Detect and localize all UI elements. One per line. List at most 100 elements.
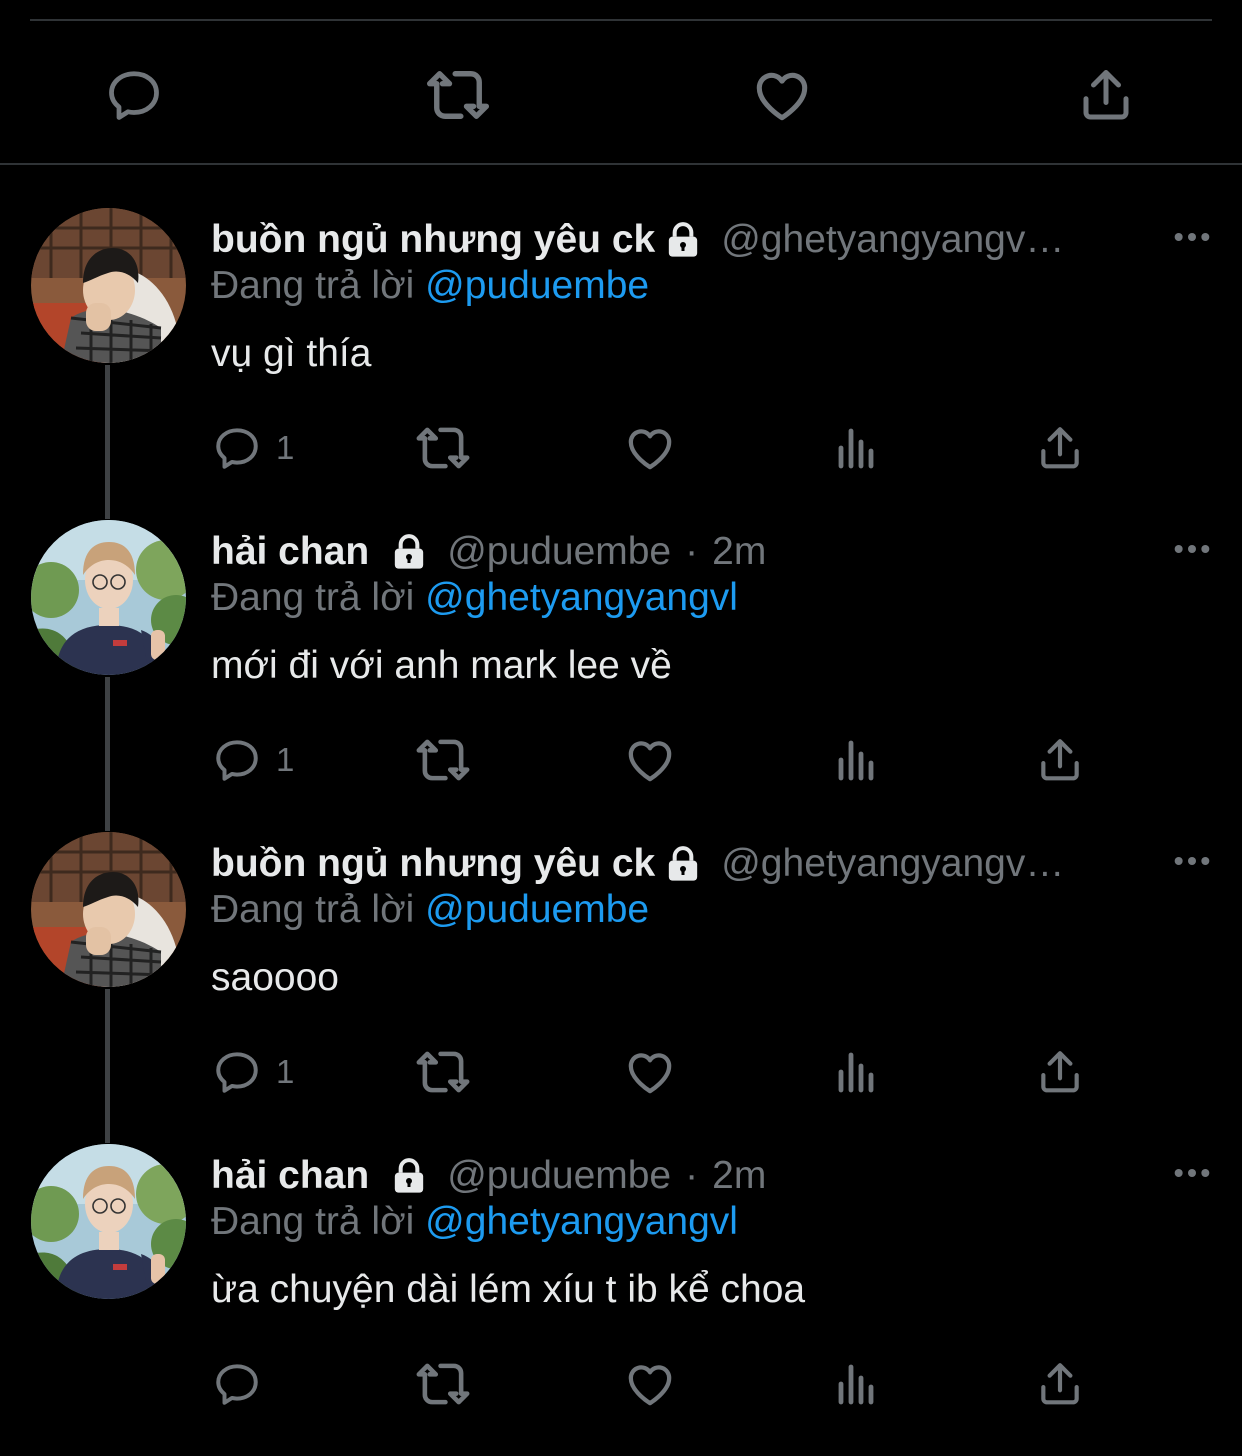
share-upload-icon bbox=[1035, 423, 1085, 473]
share-button[interactable] bbox=[1035, 730, 1085, 790]
tweet-text: vụ gì thía bbox=[211, 332, 372, 375]
retweet-button[interactable] bbox=[414, 418, 472, 478]
reply-tweet[interactable]: buồn ngủ nhưng yêu ck @ghetyangyangv… Đa… bbox=[0, 832, 1242, 1144]
replying-to-label: Đang trả lời bbox=[211, 888, 415, 931]
more-options-button[interactable] bbox=[1172, 1158, 1212, 1188]
padlock-icon bbox=[663, 844, 703, 884]
heart-icon bbox=[623, 733, 677, 787]
reply-tweet[interactable]: hải chan @puduembe · 2m Đang trả lời @gh… bbox=[0, 520, 1242, 832]
share-upload-icon bbox=[1035, 1359, 1085, 1409]
bar-chart-icon bbox=[832, 736, 880, 784]
reply-tweet[interactable]: hải chan @puduembe · 2m Đang trả lời @gh… bbox=[0, 1144, 1242, 1456]
timestamp[interactable]: 2m bbox=[712, 1154, 766, 1198]
like-button[interactable] bbox=[623, 1354, 677, 1414]
tweet-header: hải chan @puduembe · 2m bbox=[211, 1148, 766, 1204]
heart-icon bbox=[623, 1357, 677, 1411]
avatar[interactable] bbox=[31, 208, 186, 363]
mention-link[interactable]: @puduembe bbox=[425, 888, 649, 931]
user-handle[interactable]: @puduembe bbox=[447, 1154, 671, 1198]
speech-bubble-icon bbox=[212, 1047, 262, 1097]
padlock-icon bbox=[663, 220, 703, 260]
heart-icon bbox=[750, 63, 814, 127]
views-button[interactable] bbox=[832, 418, 880, 478]
display-name[interactable]: buồn ngủ nhưng yêu ck bbox=[211, 218, 655, 262]
retweet-button[interactable] bbox=[414, 730, 472, 790]
replying-to: Đang trả lời @ghetyangyangvl bbox=[211, 1200, 738, 1244]
retweet-arrows-icon bbox=[424, 61, 492, 129]
reply-button[interactable] bbox=[212, 1354, 276, 1414]
speech-bubble-icon bbox=[212, 423, 262, 473]
replying-to-label: Đang trả lời bbox=[211, 264, 415, 307]
tweet-text: ừa chuyện dài lém xíu t ib kể choa bbox=[211, 1268, 806, 1311]
user-handle[interactable]: @puduembe bbox=[447, 530, 671, 574]
three-dots-icon bbox=[1172, 529, 1212, 569]
three-dots-icon bbox=[1172, 1153, 1212, 1193]
tweet-text: saoooo bbox=[211, 956, 339, 999]
speech-bubble-icon bbox=[212, 735, 262, 785]
tweet-header: hải chan @puduembe · 2m bbox=[211, 524, 766, 580]
replying-to: Đang trả lời @ghetyangyangvl bbox=[211, 576, 738, 620]
bar-chart-icon bbox=[832, 1360, 880, 1408]
bar-chart-icon bbox=[832, 1048, 880, 1096]
mention-link[interactable]: @ghetyangyangvl bbox=[425, 576, 738, 619]
speech-bubble-icon bbox=[212, 1359, 262, 1409]
main-tweet-actions bbox=[0, 50, 1242, 140]
tweet-actions: 1 bbox=[0, 730, 1242, 790]
user-handle[interactable]: @ghetyangyangv… bbox=[721, 218, 1064, 262]
views-button[interactable] bbox=[832, 1042, 880, 1102]
replying-to-label: Đang trả lời bbox=[211, 1200, 415, 1243]
retweet-arrows-icon bbox=[414, 1355, 472, 1413]
tweet-header: buồn ngủ nhưng yêu ck @ghetyangyangv… bbox=[211, 836, 1064, 892]
reply-count: 1 bbox=[276, 429, 295, 466]
share-button[interactable] bbox=[1035, 1354, 1085, 1414]
display-name[interactable]: buồn ngủ nhưng yêu ck bbox=[211, 842, 655, 886]
views-button[interactable] bbox=[832, 730, 880, 790]
share-button[interactable] bbox=[1061, 50, 1151, 140]
like-button[interactable] bbox=[737, 50, 827, 140]
reply-button[interactable]: 1 bbox=[212, 730, 294, 790]
display-name[interactable]: hải chan bbox=[211, 1154, 369, 1198]
replying-to-label: Đang trả lời bbox=[211, 576, 415, 619]
timestamp[interactable]: 2m bbox=[712, 530, 766, 574]
views-button[interactable] bbox=[832, 1354, 880, 1414]
retweet-button[interactable] bbox=[413, 50, 503, 140]
like-button[interactable] bbox=[623, 418, 677, 478]
tweet-text: mới đi với anh mark lee về bbox=[211, 644, 672, 687]
more-options-button[interactable] bbox=[1172, 846, 1212, 876]
reply-tweet[interactable]: buồn ngủ nhưng yêu ck @ghetyangyangv… Đa… bbox=[0, 208, 1242, 520]
tweet-actions: 1 bbox=[0, 1042, 1242, 1102]
separator-dot: · bbox=[685, 1154, 699, 1197]
share-button[interactable] bbox=[1035, 1042, 1085, 1102]
mention-link[interactable]: @ghetyangyangvl bbox=[425, 1200, 738, 1243]
retweet-button[interactable] bbox=[414, 1354, 472, 1414]
avatar[interactable] bbox=[31, 1144, 186, 1299]
retweet-arrows-icon bbox=[414, 731, 472, 789]
retweet-button[interactable] bbox=[414, 1042, 472, 1102]
reply-count: 1 bbox=[276, 741, 295, 778]
top-divider bbox=[30, 19, 1212, 21]
share-upload-icon bbox=[1076, 65, 1136, 125]
speech-bubble-icon bbox=[104, 65, 164, 125]
mention-link[interactable]: @puduembe bbox=[425, 264, 649, 307]
share-button[interactable] bbox=[1035, 418, 1085, 478]
reply-count: 1 bbox=[276, 1053, 295, 1090]
display-name[interactable]: hải chan bbox=[211, 530, 369, 574]
share-upload-icon bbox=[1035, 735, 1085, 785]
avatar[interactable] bbox=[31, 520, 186, 675]
heart-icon bbox=[623, 1045, 677, 1099]
avatar[interactable] bbox=[31, 832, 186, 987]
reply-button[interactable]: 1 bbox=[212, 418, 294, 478]
user-handle[interactable]: @ghetyangyangv… bbox=[721, 842, 1064, 886]
like-button[interactable] bbox=[623, 1042, 677, 1102]
tweet-actions bbox=[0, 1354, 1242, 1414]
three-dots-icon bbox=[1172, 841, 1212, 881]
more-options-button[interactable] bbox=[1172, 222, 1212, 252]
more-options-button[interactable] bbox=[1172, 534, 1212, 564]
bar-chart-icon bbox=[832, 424, 880, 472]
like-button[interactable] bbox=[623, 730, 677, 790]
reply-button[interactable]: 1 bbox=[212, 1042, 294, 1102]
reply-button[interactable] bbox=[89, 50, 179, 140]
padlock-icon bbox=[389, 532, 429, 572]
tweet-header: buồn ngủ nhưng yêu ck @ghetyangyangv… bbox=[211, 212, 1064, 268]
padlock-icon bbox=[389, 1156, 429, 1196]
